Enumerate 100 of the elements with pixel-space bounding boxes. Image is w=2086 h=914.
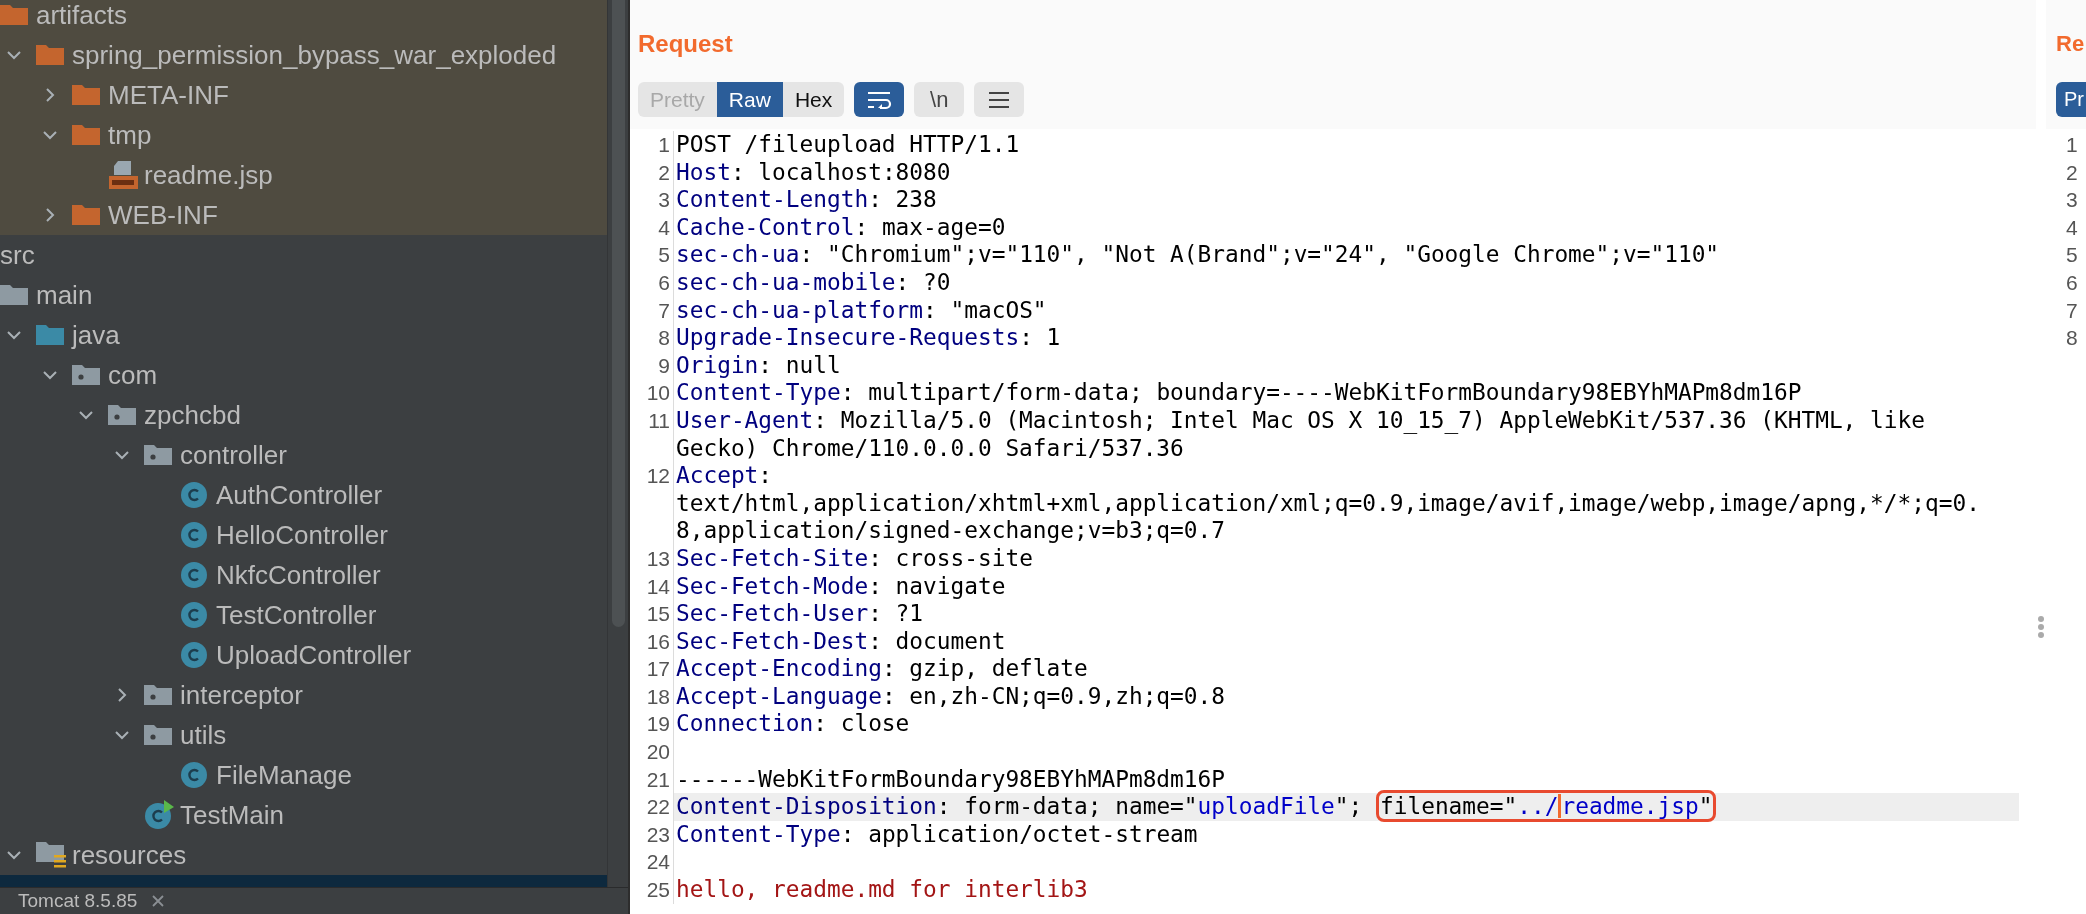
menu-button[interactable] xyxy=(974,82,1025,117)
code-line: sec-ch-ua-platform: "macOS" xyxy=(675,296,1048,325)
code-line: Accept-Encoding: gzip, deflate xyxy=(675,655,1089,683)
class-icon xyxy=(180,481,208,509)
line-number: 4 xyxy=(636,213,674,242)
line-number: 8 xyxy=(636,324,674,352)
package-folder-icon xyxy=(108,404,136,426)
resources-folder-icon xyxy=(36,841,66,869)
tree-item[interactable]: controller xyxy=(0,435,607,475)
view-tab[interactable]: Pr xyxy=(2056,82,2086,117)
code-line: sec-ch-ua: "Chromium";v="110", "Not A(Brand";v="24", "Google Chrome";v="110" xyxy=(675,241,1721,269)
line-number: 11 xyxy=(636,406,674,463)
line-number: 19 xyxy=(636,710,674,739)
code-line: Cache-Control: max-age=0 xyxy=(675,213,1007,242)
code-line: ------WebKitFormBoundary98EBYhMAPm8dm16P xyxy=(675,765,1226,794)
view-tab[interactable]: Raw xyxy=(716,82,783,117)
folder-icon xyxy=(0,284,28,306)
run-tab[interactable]: Tomcat 8.5.85 xyxy=(18,890,138,912)
tree-item[interactable]: resources xyxy=(0,835,607,875)
tree-item[interactable]: UploadController xyxy=(0,635,607,675)
view-tab[interactable]: Hex xyxy=(782,82,845,117)
line-number: 5 xyxy=(636,241,674,269)
code-line: Accept: text/html,application/xhtml+xml,application/xml;q=0.9,image/avif,image/webp,image/apng,*/*;q=0.8,application/signed-exchange;v=b3;q=0.7 xyxy=(675,462,1981,545)
code-line: User-Agent: Mozilla/5.0 (Macintosh; Intel Mac OS X 10_15_7) AppleWebKit/537.36 (KHTML, like Gecko) Chrome/110.0.0.0 Safari/537.36 xyxy=(675,406,1926,463)
tree-item[interactable]: zpchcbd xyxy=(0,395,607,435)
tree-item[interactable]: java xyxy=(0,315,607,355)
code-text: ../ xyxy=(1517,793,1559,820)
line-number: 20 xyxy=(636,738,674,766)
line-number: 1 xyxy=(636,131,674,159)
tree-item[interactable]: HelloController xyxy=(0,515,607,555)
line-number: 21 xyxy=(636,765,674,794)
drag-handle-icon[interactable] xyxy=(2037,615,2045,639)
line-number: 7 xyxy=(2066,297,2078,324)
package-folder-icon xyxy=(144,444,172,466)
tree-item[interactable]: FileManage xyxy=(0,755,607,795)
tree-item[interactable]: NkfcController xyxy=(0,555,607,595)
folder-icon xyxy=(72,204,100,226)
code-text: uploadFile xyxy=(1197,793,1335,820)
line-number: 13 xyxy=(636,544,674,573)
class-icon xyxy=(180,521,208,549)
code-text: filename=" xyxy=(1380,793,1518,820)
line-number: 12 xyxy=(636,462,674,545)
line-number: 5 xyxy=(2066,242,2078,269)
line-number: 10 xyxy=(636,379,674,407)
class-icon xyxy=(180,601,208,629)
tree-item[interactable]: WEB-INF xyxy=(0,195,607,235)
line-number: 24 xyxy=(636,848,674,877)
line-number: 4 xyxy=(2066,214,2078,241)
tree-item[interactable]: src xyxy=(0,235,607,275)
tree-item[interactable]: readme.jsp xyxy=(0,155,607,195)
tree-item[interactable]: META-INF xyxy=(0,75,607,115)
code-text: readme.jsp xyxy=(1561,793,1699,820)
tree-item[interactable]: com xyxy=(0,355,607,395)
folder-icon xyxy=(36,324,64,346)
tree-item[interactable]: main xyxy=(0,275,607,315)
line-number: 25 xyxy=(636,876,674,904)
menu-icon xyxy=(988,90,1011,109)
tree-item[interactable]: AuthController xyxy=(0,475,607,515)
line-number: 3 xyxy=(636,186,674,214)
line-number: 17 xyxy=(636,655,674,683)
tree-item[interactable]: spring_permission_bypass_war_exploded xyxy=(0,35,607,75)
tree-item[interactable]: utils xyxy=(0,715,607,755)
class-icon xyxy=(180,641,208,669)
code-line: Sec-Fetch-Dest: document xyxy=(675,627,1007,656)
line-number: 9 xyxy=(636,351,674,380)
folder-icon xyxy=(72,124,100,146)
line-number: 23 xyxy=(636,820,674,849)
wrap-lines-button[interactable] xyxy=(854,82,905,117)
tree-item[interactable]: tmp xyxy=(0,115,607,155)
code-line: Origin: null xyxy=(675,351,842,380)
line-number: 6 xyxy=(2066,269,2078,296)
class-icon xyxy=(180,761,208,789)
tree-item[interactable]: artifacts xyxy=(0,0,607,35)
tree-item[interactable]: interceptor xyxy=(0,675,607,715)
line-number: 2 xyxy=(636,158,674,187)
code-line: Upgrade-Insecure-Requests: 1 xyxy=(675,324,1062,352)
folder-icon xyxy=(0,4,28,26)
package-folder-icon xyxy=(144,684,172,706)
line-number: 3 xyxy=(2066,187,2078,214)
line-number: 1 xyxy=(2066,132,2078,158)
code-line: Accept-Language: en,zh-CN;q=0.9,zh;q=0.8 xyxy=(675,682,1226,711)
line-number: 2 xyxy=(2066,159,2078,186)
code-line: Content-Length: 238 xyxy=(675,186,938,214)
line-number: 15 xyxy=(636,600,674,628)
folder-icon xyxy=(72,84,100,106)
package-folder-icon xyxy=(72,364,100,386)
code-line: hello, readme.md for interlib3 xyxy=(675,876,1089,904)
code-text: Content-Disposition xyxy=(676,793,937,820)
code-text: : form-data; name=" xyxy=(936,793,1198,820)
class-icon xyxy=(180,561,208,589)
panel-title: Request xyxy=(638,29,733,58)
line-number: 7 xyxy=(636,296,674,325)
line-number: 16 xyxy=(636,627,674,656)
tree-item[interactable]: TestController xyxy=(0,595,607,635)
close-icon[interactable] xyxy=(151,894,166,908)
tree-item[interactable]: TestMain xyxy=(0,795,607,835)
code-line: Connection: close xyxy=(675,710,911,739)
runnable-class-icon xyxy=(144,800,174,830)
show-newlines-button[interactable]: \n xyxy=(914,82,965,117)
code-line: sec-ch-ua-mobile: ?0 xyxy=(675,268,952,297)
